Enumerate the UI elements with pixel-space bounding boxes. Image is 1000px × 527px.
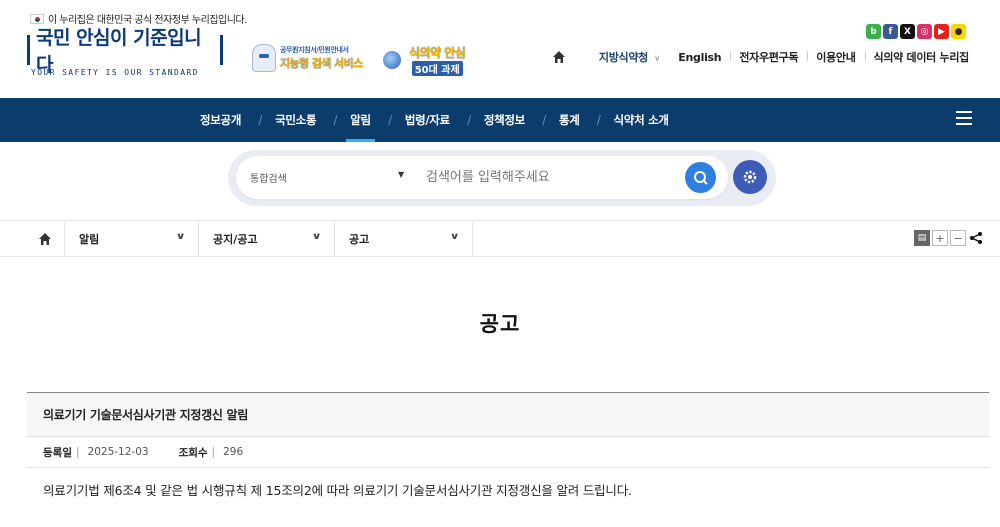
nav-label: 알림 [350, 113, 371, 127]
search-settings-button[interactable] [733, 160, 767, 194]
globe-icon [383, 51, 401, 69]
breadcrumb-item-announcements[interactable]: 공지/공고 ∨ [199, 221, 335, 256]
hamburger-menu-icon[interactable] [956, 111, 972, 125]
region-office-select[interactable]: 지방식약청 ∨ [590, 49, 669, 65]
chevron-down-icon: ∨ [654, 54, 661, 64]
data-portal-link[interactable]: 식의약 데이터 누리집 [864, 49, 978, 65]
nav-item-laws[interactable]: 법령/자료 / [388, 98, 471, 142]
logo-title: 국민 안심이 기준입니다 [27, 27, 223, 76]
page-tools: ▤ + − [914, 230, 984, 246]
korean-flag-icon [30, 13, 44, 24]
nav-label: 통계 [558, 113, 580, 127]
logo-subtitle: YOUR SAFETY IS OUR STANDARD [31, 68, 199, 77]
meta-divider: | [211, 446, 216, 458]
search-button[interactable] [685, 162, 716, 193]
newsletter-link[interactable]: 전자우편구독 [730, 49, 807, 65]
instagram-icon[interactable]: ◎ [917, 24, 932, 39]
kakao-icon[interactable]: ● [951, 24, 966, 39]
main-nav: 정보공개 / 국민소통 / 알림 / 법령/자료 / 정책정보 / 통계 / 식약처 소개 [0, 98, 1000, 142]
caret-down-icon[interactable]: ▼ [398, 170, 404, 179]
print-icon[interactable]: ▤ [914, 230, 930, 246]
youtube-icon[interactable]: ▶ [934, 24, 949, 39]
page-title: 공고 [479, 312, 521, 336]
zoom-in-icon[interactable]: + [932, 230, 948, 246]
breadcrumb: 알림 ∨ 공지/공고 ∨ 공고 ∨ ▤ + − [0, 220, 1000, 257]
promo-banner-50-tasks[interactable]: 식의약 안심 50대 과제 [383, 44, 466, 76]
nav-item-notice[interactable]: 알림 / [333, 98, 392, 142]
nav-item-about[interactable]: 식약처 소개 [597, 98, 686, 142]
gear-icon [743, 170, 757, 184]
post-date: 2025-12-03 [87, 446, 149, 458]
utility-nav: 지방식약청 ∨ English 전자우편구독 이용안내 식의약 데이터 누리집 [552, 49, 978, 65]
promo-banner1-line2: 지능형 검색 서비스 [280, 57, 363, 70]
nav-label: 국민소통 [275, 113, 317, 127]
promo-banner-search-service[interactable]: 공무원지침서/민원안내서 지능형 검색 서비스 [252, 41, 372, 75]
nav-item-info-disclosure[interactable]: 정보공개 / [183, 98, 262, 142]
chevron-down-icon: ∨ [449, 232, 460, 242]
nav-item-policy[interactable]: 정책정보 / [467, 98, 546, 142]
breadcrumb-label: 공고 [349, 232, 370, 246]
region-office-label: 지방식약청 [598, 51, 648, 64]
home-icon[interactable] [38, 232, 52, 246]
search-scope-select[interactable]: 통합검색 [250, 170, 287, 185]
search-input[interactable] [426, 166, 676, 188]
post-title: 의료기기 기술문서심사기관 지정갱신 알림 [27, 392, 989, 436]
zoom-out-icon[interactable]: − [950, 230, 966, 246]
meta-divider: | [75, 446, 80, 458]
site-logo[interactable]: 국민 안심이 기준입니다 YOUR SAFETY IS OUR STANDARD [27, 27, 223, 77]
guide-link[interactable]: 이용안내 [807, 49, 864, 65]
english-link[interactable]: English [669, 51, 730, 64]
search-icon [693, 170, 708, 185]
x-icon[interactable]: X [900, 24, 915, 39]
search-bar: 통합검색 ▼ [236, 156, 728, 199]
nav-item-statistics[interactable]: 통계 / [542, 98, 601, 142]
sns-links: b f X ◎ ▶ ● [866, 24, 966, 39]
share-icon[interactable] [968, 230, 984, 246]
nav-label: 법령/자료 [404, 113, 450, 127]
post-body: 의료기기법 제6조4 및 같은 법 시행규칙 제 15조의2에 따라 의료기기 … [43, 483, 632, 498]
breadcrumb-item-notice[interactable]: 알림 ∨ [64, 221, 199, 256]
nav-label: 식약처 소개 [613, 113, 669, 127]
nav-label: 정보공개 [200, 113, 242, 127]
facebook-icon[interactable]: f [883, 24, 898, 39]
post-meta: 등록일 | 2025-12-03 조회수 | 296 [27, 436, 989, 468]
chevron-down-icon: ∨ [175, 232, 186, 242]
promo-banner2-line1: 식의약 안심 [409, 46, 466, 60]
promo-banner2-line2: 50대 과제 [411, 61, 463, 76]
nav-label: 정책정보 [483, 113, 525, 127]
chevron-down-icon: ∨ [311, 232, 322, 242]
nav-item-communication[interactable]: 국민소통 / [258, 98, 337, 142]
promo-banner1-line1: 공무원지침서/민원안내서 [280, 46, 349, 54]
breadcrumb-label: 공지/공고 [213, 232, 258, 246]
breadcrumb-label: 알림 [79, 232, 100, 246]
post-views: 296 [223, 446, 244, 458]
breadcrumb-item-public-notice[interactable]: 공고 ∨ [335, 221, 473, 256]
views-label: 조회수 [178, 446, 208, 459]
blog-icon[interactable]: b [866, 24, 881, 39]
date-label: 등록일 [43, 446, 72, 459]
robot-icon [252, 44, 276, 72]
home-icon[interactable] [552, 50, 566, 64]
